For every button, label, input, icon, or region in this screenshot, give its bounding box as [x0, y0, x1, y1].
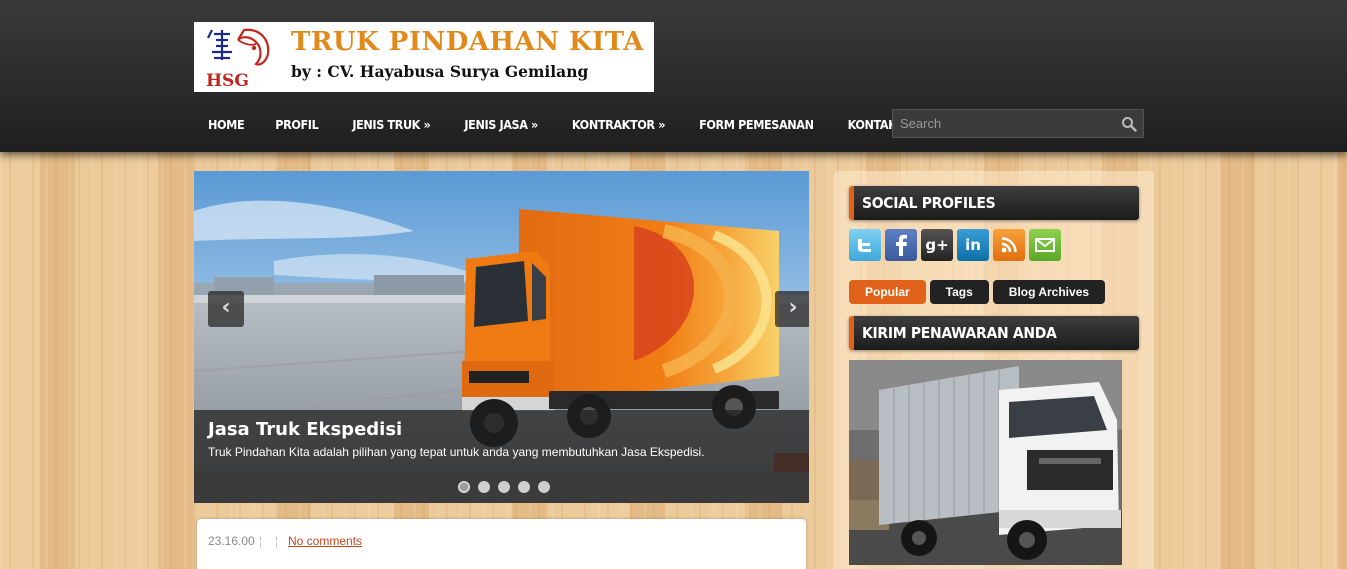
slide-caption: Jasa Truk Ekspedisi Truk Pindahan Kita a… — [194, 410, 809, 472]
rss-icon[interactable] — [993, 229, 1025, 261]
slider-dot-4[interactable] — [518, 481, 530, 493]
offer-image-white-truck[interactable] — [849, 360, 1122, 565]
slide-caption-text: Truk Pindahan Kita adalah pilihan yang t… — [208, 445, 705, 459]
tab-tags[interactable]: Tags — [929, 280, 989, 304]
google-plus-icon[interactable]: g+ — [921, 229, 953, 261]
slider-dot-2[interactable] — [478, 481, 490, 493]
logo-subtitle: by : CV. Hayabusa Surya Gemilang — [291, 62, 589, 81]
slide-caption-title[interactable]: Jasa Truk Ekspedisi — [208, 419, 402, 440]
social-icons: g+ in — [849, 229, 1061, 261]
chevron-left-icon: ‹ — [221, 295, 231, 320]
twitter-icon[interactable] — [849, 229, 881, 261]
slider-pagination — [194, 472, 809, 503]
main-nav: HOME PROFIL JENIS TRUK » JENIS JASA » KO… — [194, 109, 948, 141]
chevron-right-icon: › — [788, 295, 798, 320]
falcon-emblem-icon: HSG — [206, 28, 270, 90]
magnifier-icon[interactable] — [1121, 116, 1137, 132]
post-comments-link[interactable]: No comments — [288, 534, 362, 548]
widget-title-offer: KIRIM PENAWARAN ANDA — [849, 316, 1139, 350]
nav-form-pemesanan[interactable]: FORM PEMESANAN — [682, 109, 831, 141]
logo-title: TRUK PINDAHAN KITA — [291, 27, 644, 57]
nav-profil[interactable]: PROFIL — [258, 109, 335, 141]
nav-jenis-jasa[interactable]: JENIS JASA » — [447, 109, 555, 141]
sidebar: SOCIAL PROFILES g+ in Popular Tags Blog … — [834, 171, 1154, 569]
svg-text:HSG: HSG — [206, 71, 249, 90]
widget-title-social: SOCIAL PROFILES — [849, 186, 1139, 220]
slider-dot-3[interactable] — [498, 481, 510, 493]
search-box — [892, 109, 1144, 138]
featured-slider: ‹ › Jasa Truk Ekspedisi Truk Pindahan Ki… — [194, 171, 809, 503]
white-truck-photo — [849, 360, 1122, 565]
nav-kontraktor[interactable]: KONTRAKTOR » — [555, 109, 682, 141]
site-logo[interactable]: HSG TRUK PINDAHAN KITA by : CV. Hayabusa… — [194, 22, 654, 92]
tab-blog-archives[interactable]: Blog Archives — [992, 280, 1106, 304]
linkedin-icon[interactable]: in — [957, 229, 989, 261]
post-meta-divider: ¦ — [259, 534, 263, 548]
sidebar-tabs: Popular Tags Blog Archives — [849, 280, 1106, 304]
post-card: 23.16.00 ¦ ¦ No comments — [197, 519, 806, 569]
nav-home[interactable]: HOME — [194, 109, 258, 141]
nav-jenis-truk[interactable]: JENIS TRUK » — [335, 109, 447, 141]
slider-prev-button[interactable]: ‹ — [208, 291, 244, 327]
slider-next-button[interactable]: › — [775, 291, 809, 327]
site-header: HSG TRUK PINDAHAN KITA by : CV. Hayabusa… — [0, 0, 1347, 152]
slider-dot-5[interactable] — [538, 481, 550, 493]
post-date: 23.16.00 — [208, 534, 255, 548]
email-icon[interactable] — [1029, 229, 1061, 261]
search-input[interactable] — [893, 110, 1117, 137]
facebook-icon[interactable] — [885, 229, 917, 261]
slider-dot-1[interactable] — [458, 481, 470, 493]
tab-popular[interactable]: Popular — [849, 280, 926, 304]
post-meta-divider: ¦ — [275, 534, 279, 548]
